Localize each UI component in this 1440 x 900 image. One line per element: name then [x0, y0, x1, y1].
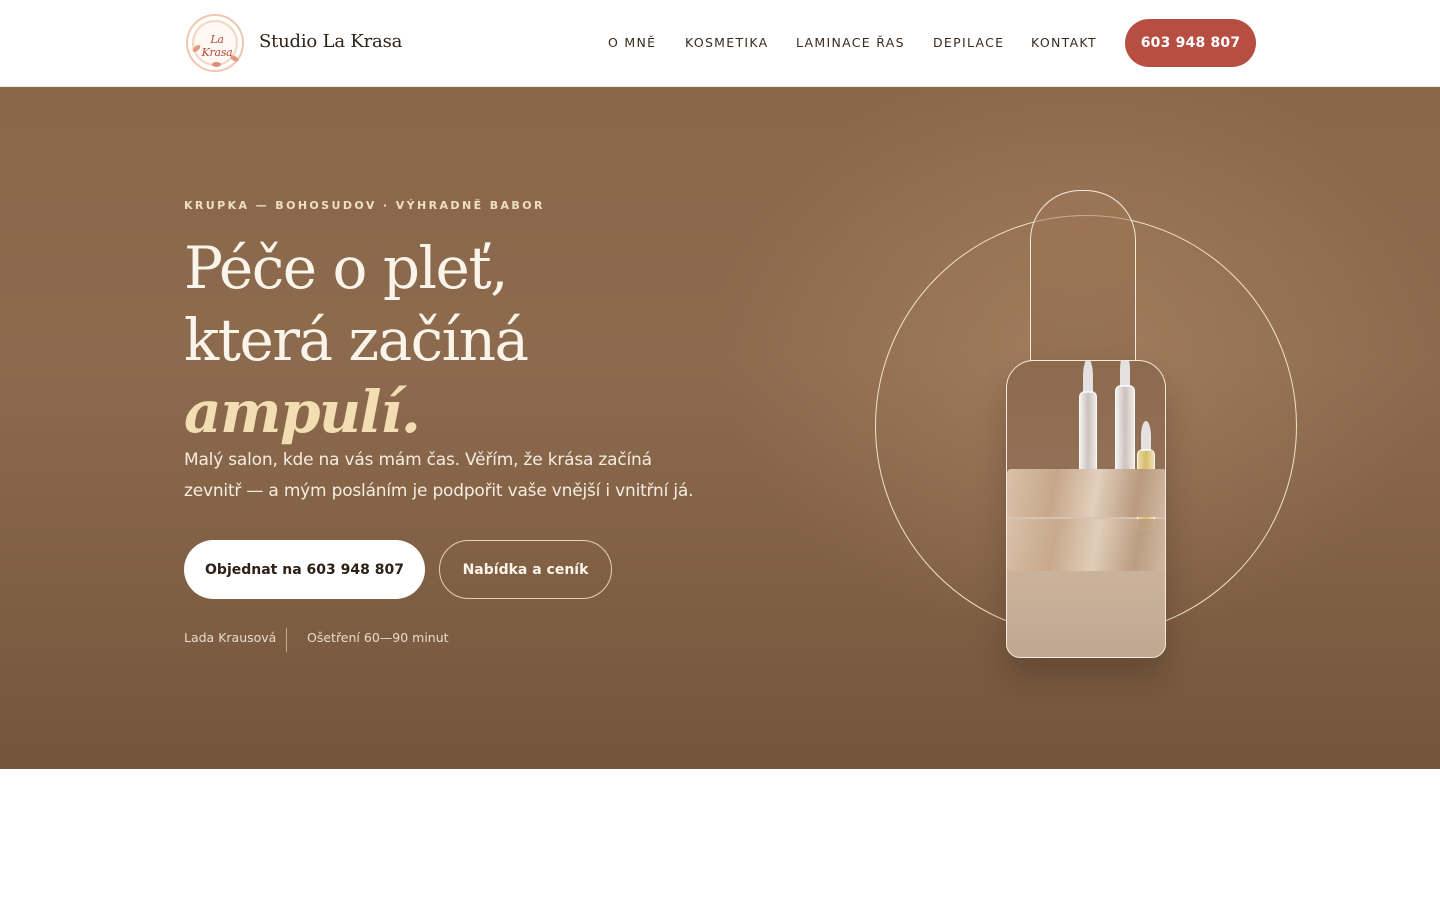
headline-line-2: která začíná	[184, 306, 529, 374]
treatment-duration: Ošetření 60—90 minut	[307, 630, 449, 645]
phone-button[interactable]: 603 948 807	[1125, 19, 1256, 67]
bottle-body-photo	[1006, 360, 1166, 658]
logo-leaf	[212, 62, 221, 67]
bottle-top-shape	[1030, 190, 1136, 370]
headline-line-1: Péče o pleť,	[184, 234, 509, 302]
marble-block-bottom	[1007, 519, 1165, 571]
nav-item-depilace[interactable]: DEPILACE	[933, 35, 1004, 50]
below-fold	[0, 769, 1440, 900]
order-button[interactable]: Objednat na 603 948 807	[184, 540, 425, 599]
nav-item-kontakt[interactable]: KONTAKT	[1031, 35, 1097, 50]
ampoule-tip	[1083, 361, 1093, 393]
site-header: La Krasa Studio La Krasa O MNĚ KOSMETIKA…	[0, 0, 1440, 87]
hero-headline: Péče o pleť, která začíná ampulí.	[184, 232, 529, 448]
owner-name: Lada Krausová	[184, 630, 277, 645]
hero-section: KRUPKA — BOHOSUDOV · VÝHRADNĚ BABOR Péče…	[0, 87, 1440, 769]
marble-block-top	[1007, 469, 1165, 517]
nav-item-o-mne[interactable]: O MNĚ	[608, 35, 656, 50]
logo-icon[interactable]: La Krasa	[186, 14, 244, 72]
offer-pricing-button[interactable]: Nabídka a ceník	[439, 540, 612, 599]
nav-item-laminace-ras[interactable]: LAMINACE ŘAS	[796, 35, 905, 50]
headline-accent: ampulí.	[184, 378, 421, 446]
nav-item-kosmetika[interactable]: KOSMETIKA	[685, 35, 769, 50]
ampoule-tip	[1120, 361, 1130, 387]
brand-name[interactable]: Studio La Krasa	[259, 31, 402, 52]
hero-lead: Malý salon, kde na vás mám čas. Věřím, ž…	[184, 450, 694, 501]
logo-text: La Krasa	[201, 33, 233, 59]
meta-divider	[286, 628, 287, 652]
serum-ampoule-illustration	[860, 182, 1320, 702]
hero-eyebrow: KRUPKA — BOHOSUDOV · VÝHRADNĚ BABOR	[184, 199, 545, 212]
ampoule-tip	[1141, 421, 1151, 451]
